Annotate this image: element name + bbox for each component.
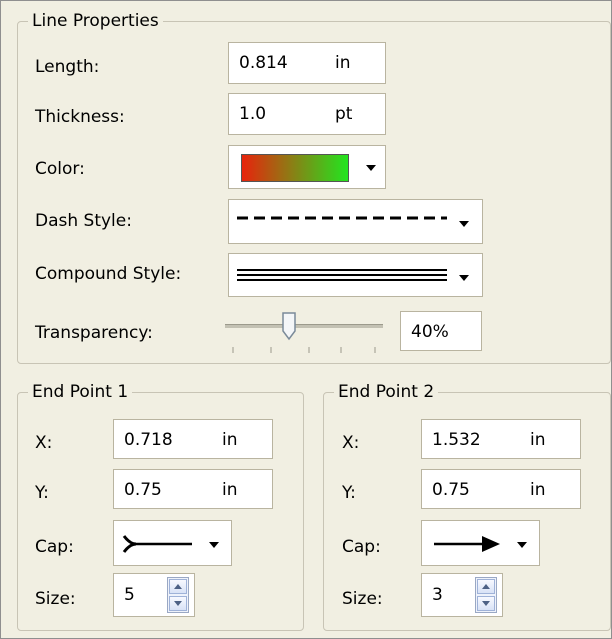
- end-point-2-y-unit: in: [530, 480, 546, 500]
- end-point-1-size-stepper[interactable]: [167, 577, 189, 613]
- spin-down-button[interactable]: [477, 596, 495, 611]
- end-point-2-y-field[interactable]: 0.75 in: [421, 469, 581, 509]
- chevron-down-icon: [459, 275, 469, 281]
- spin-down-button[interactable]: [169, 596, 187, 611]
- transparency-slider[interactable]: [225, 307, 387, 357]
- slider-track: [225, 324, 383, 328]
- end-point-1-x-unit: in: [222, 430, 238, 450]
- end-point-1-cap-label: Cap:: [35, 537, 74, 557]
- spin-down-icon: [174, 601, 182, 606]
- arrow-cap-icon: [434, 536, 500, 552]
- line-properties-panel: Line Properties Length: 0.814 in Thickne…: [0, 0, 612, 639]
- transparency-field[interactable]: 40%: [400, 311, 482, 351]
- end-point-2-size-value: 3: [432, 585, 443, 605]
- transparency-label: Transparency:: [35, 323, 153, 343]
- slider-ticks: [232, 347, 376, 353]
- end-point-2-size-label: Size:: [342, 589, 383, 609]
- transparency-value: 40%: [411, 322, 449, 342]
- end-point-1-size-field[interactable]: 5: [113, 573, 195, 617]
- color-swatch: [241, 154, 349, 182]
- thickness-label: Thickness:: [35, 107, 125, 127]
- compound-style-label: Compound Style:: [35, 264, 182, 284]
- chevron-down-icon: [366, 165, 376, 171]
- end-point-2-title: End Point 2: [338, 382, 435, 402]
- end-point-1-x-field[interactable]: 0.718 in: [113, 419, 273, 459]
- end-point-1-y-value: 0.75: [124, 480, 162, 500]
- spin-up-button[interactable]: [477, 579, 495, 594]
- end-point-2-cap-dropdown[interactable]: [421, 520, 540, 566]
- end-point-1-title: End Point 1: [32, 382, 129, 402]
- spin-up-icon: [174, 584, 182, 589]
- end-point-2-x-field[interactable]: 1.532 in: [421, 419, 581, 459]
- dash-style-label: Dash Style:: [35, 211, 132, 231]
- chevron-down-icon: [459, 221, 469, 227]
- end-point-1-x-value: 0.718: [124, 430, 173, 450]
- chevron-down-icon: [209, 542, 219, 548]
- end-point-1-size-label: Size:: [35, 589, 76, 609]
- end-point-2-y-value: 0.75: [432, 480, 470, 500]
- color-label: Color:: [35, 159, 85, 179]
- end-point-2-size-stepper[interactable]: [475, 577, 497, 613]
- end-point-2-x-value: 1.532: [432, 430, 481, 450]
- end-point-1-y-unit: in: [222, 480, 238, 500]
- end-point-1-y-label: Y:: [35, 483, 49, 503]
- chevron-down-icon: [517, 542, 527, 548]
- spin-up-button[interactable]: [169, 579, 187, 594]
- dashed-line-icon: [237, 216, 447, 220]
- tail-cap-icon: [122, 535, 192, 553]
- end-point-1-size-value: 5: [124, 585, 135, 605]
- length-value: 0.814: [239, 53, 288, 73]
- compound-style-dropdown[interactable]: [228, 253, 483, 297]
- color-dropdown[interactable]: [228, 145, 386, 189]
- slider-thumb[interactable]: [281, 311, 297, 341]
- end-point-2-size-field[interactable]: 3: [421, 573, 503, 617]
- length-unit: in: [335, 53, 351, 73]
- thickness-unit: pt: [335, 104, 353, 124]
- end-point-2-x-label: X:: [342, 433, 360, 453]
- end-point-1-y-field[interactable]: 0.75 in: [113, 469, 273, 509]
- length-field[interactable]: 0.814 in: [228, 42, 386, 84]
- line-properties-title: Line Properties: [32, 11, 159, 31]
- spin-up-icon: [482, 584, 490, 589]
- end-point-1-x-label: X:: [35, 433, 53, 453]
- thickness-value: 1.0: [239, 104, 267, 124]
- dash-style-dropdown[interactable]: [228, 199, 483, 244]
- end-point-2-y-label: Y:: [342, 483, 356, 503]
- spin-down-icon: [482, 601, 490, 606]
- thickness-field[interactable]: 1.0 pt: [228, 93, 386, 135]
- end-point-2-x-unit: in: [530, 430, 546, 450]
- end-point-1-cap-dropdown[interactable]: [113, 520, 232, 566]
- end-point-2-cap-label: Cap:: [342, 537, 381, 557]
- triple-line-icon: [237, 269, 447, 281]
- length-label: Length:: [35, 57, 100, 77]
